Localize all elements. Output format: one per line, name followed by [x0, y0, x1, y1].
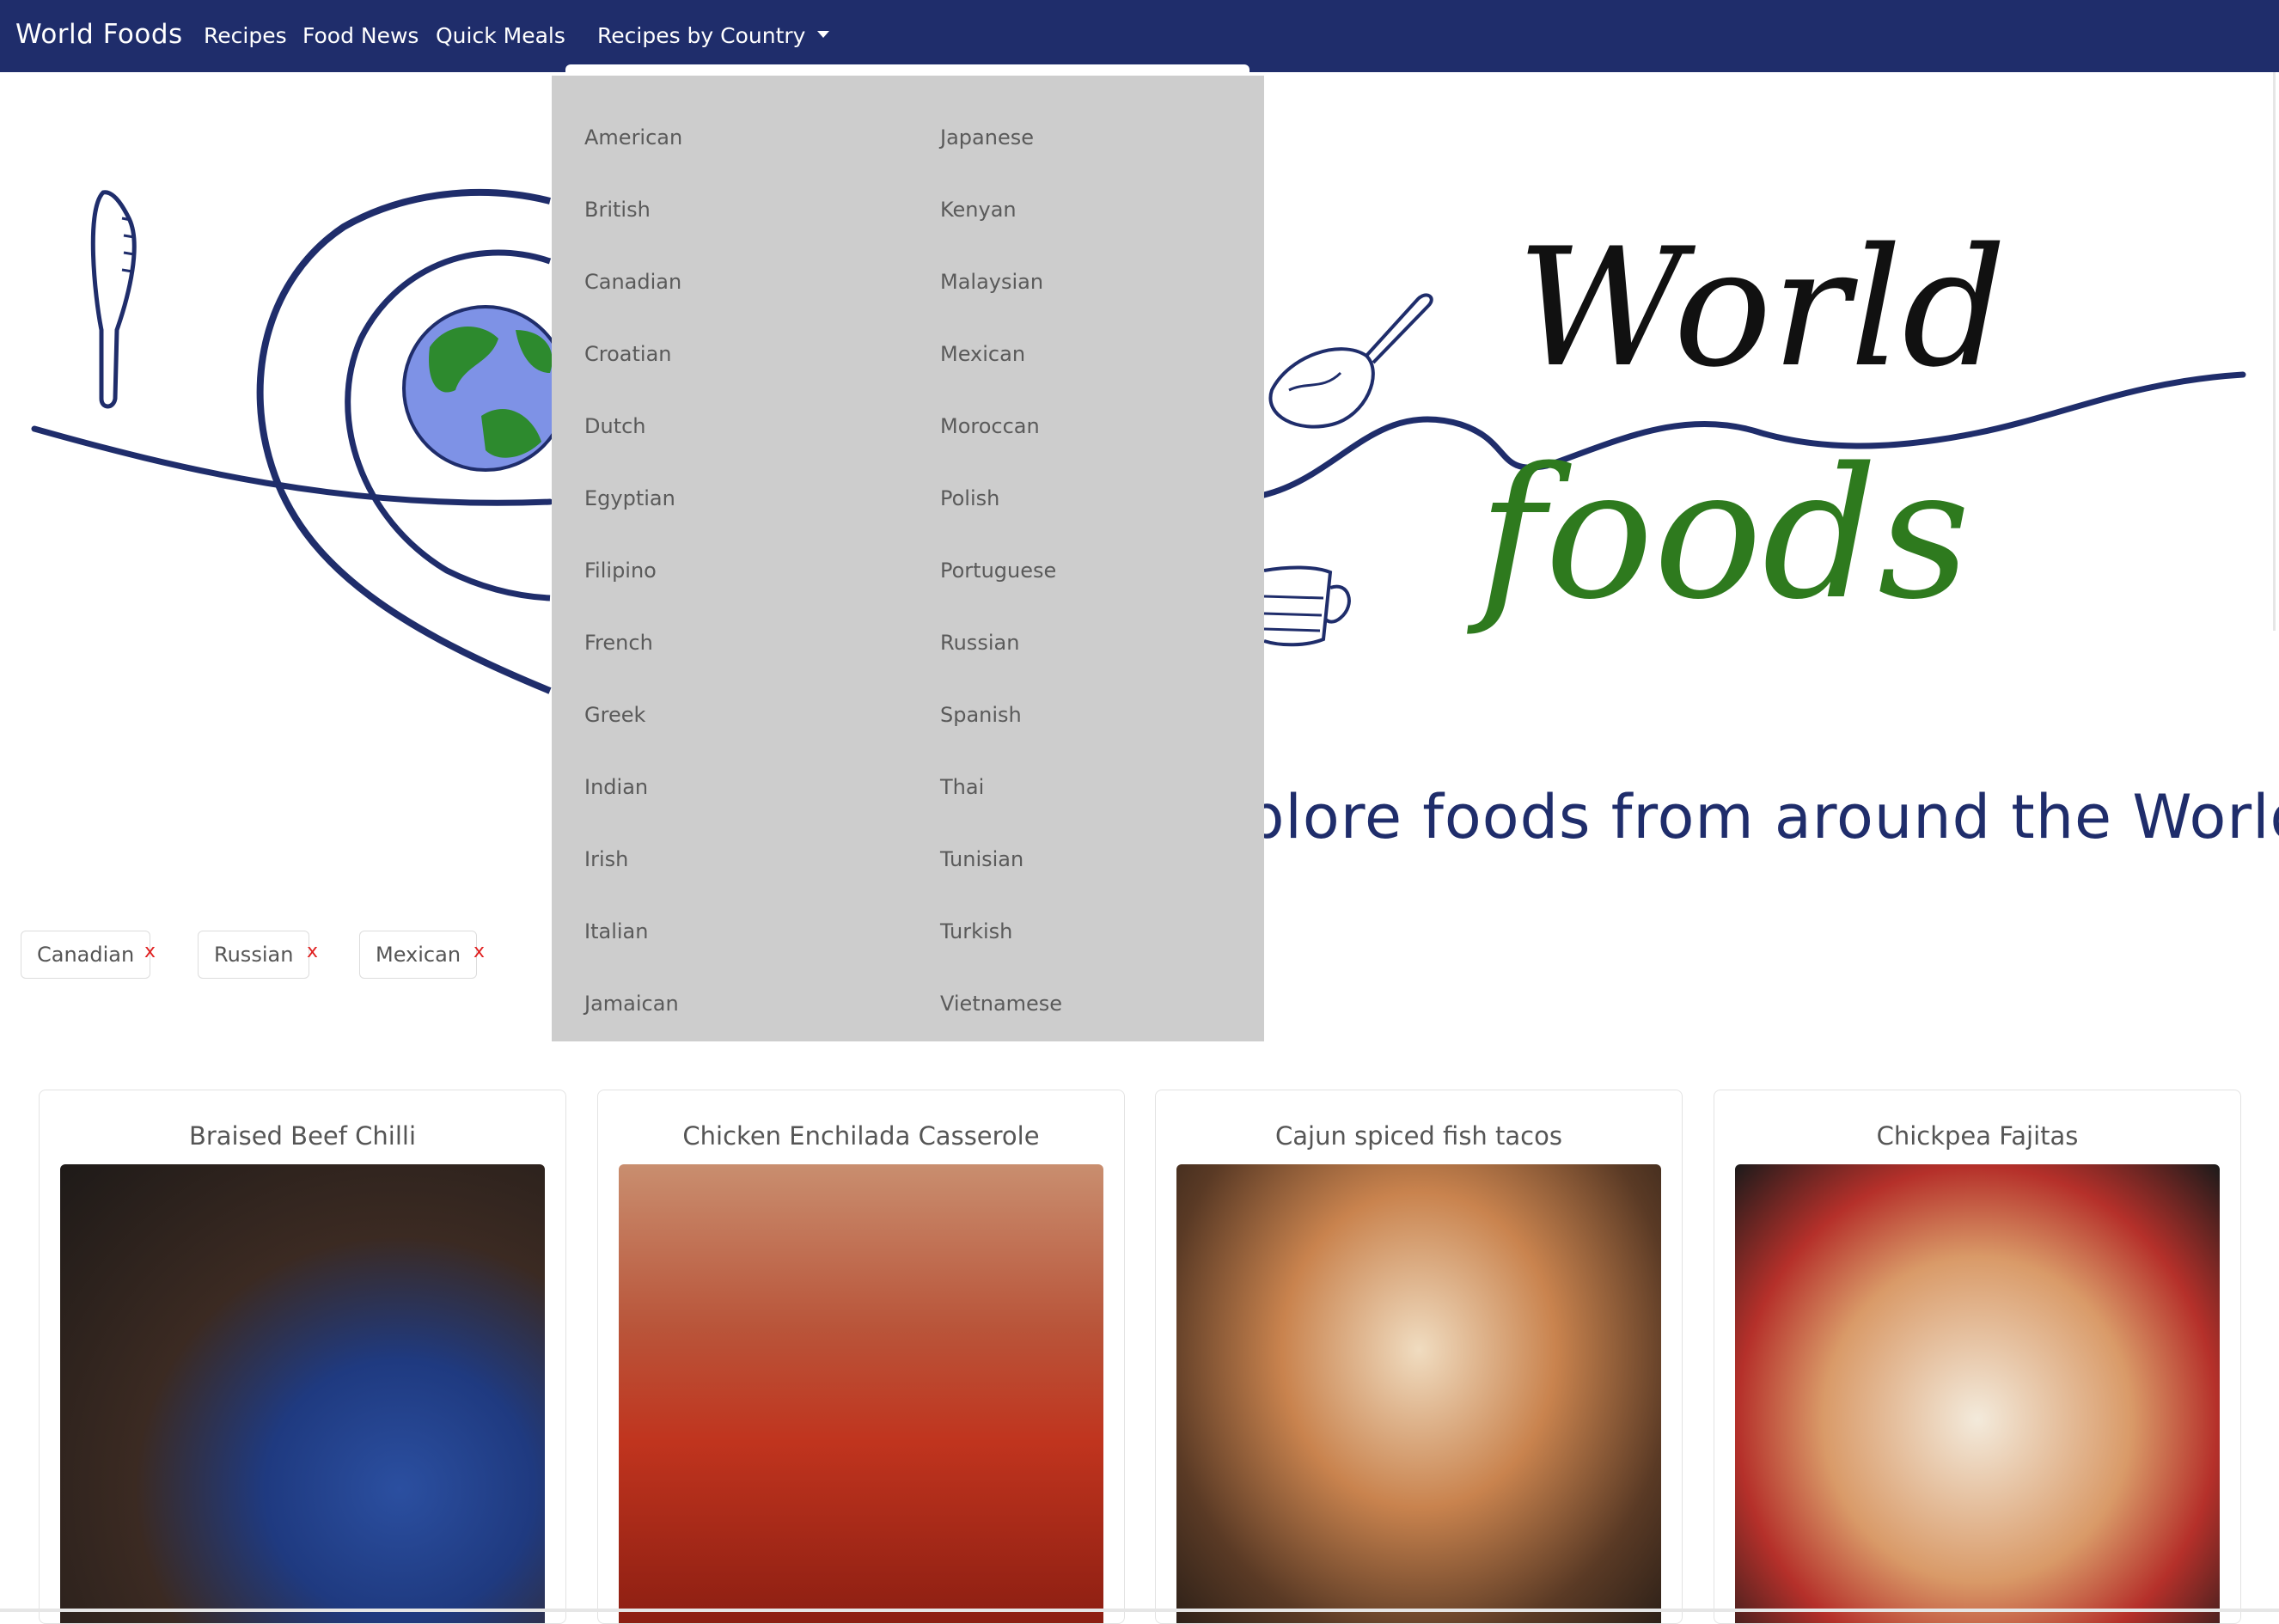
country-column-2: Japanese Kenyan Malaysian Mexican Morocc…: [907, 112, 1267, 1050]
bottom-divider: [0, 1609, 2279, 1612]
country-option[interactable]: Greek: [552, 689, 911, 761]
recipe-title[interactable]: Chicken Enchilada Casserole: [598, 1121, 1124, 1151]
recipe-card[interactable]: Braised Beef Chilli: [39, 1090, 566, 1624]
caret-down-icon: [817, 31, 830, 38]
recipe-title[interactable]: Braised Beef Chilli: [40, 1121, 565, 1151]
country-option[interactable]: Tunisian: [907, 833, 1267, 906]
country-option[interactable]: Italian: [552, 906, 911, 978]
recipe-card[interactable]: Cajun spiced fish tacos: [1155, 1090, 1683, 1624]
country-option[interactable]: Filipino: [552, 545, 911, 617]
top-navbar: World Foods Recipes Food News Quick Meal…: [0, 0, 2279, 72]
remove-filter-icon[interactable]: x: [144, 941, 156, 962]
country-option[interactable]: British: [552, 184, 911, 256]
country-column-1: American British Canadian Croatian Dutch…: [552, 112, 911, 1050]
nav-link-recipes[interactable]: Recipes: [204, 23, 287, 48]
nav-link-food-news[interactable]: Food News: [302, 23, 419, 48]
dropdown-top-border: [565, 64, 1249, 72]
recipe-image[interactable]: [1176, 1164, 1661, 1623]
country-option[interactable]: Kenyan: [907, 184, 1267, 256]
country-option[interactable]: Polish: [907, 473, 1267, 545]
country-option[interactable]: Malaysian: [907, 256, 1267, 328]
country-option[interactable]: Croatian: [552, 328, 911, 400]
country-option[interactable]: Egyptian: [552, 473, 911, 545]
dropdown-toggle-label: Recipes by Country: [597, 23, 806, 48]
recipes-by-country-menu: American British Canadian Croatian Dutch…: [552, 76, 1264, 1041]
recipe-card[interactable]: Chicken Enchilada Casserole: [597, 1090, 1125, 1624]
recipe-title[interactable]: Chickpea Fajitas: [1714, 1121, 2240, 1151]
hero-tagline: plore foods from around the World: [1246, 782, 2279, 852]
recipe-image[interactable]: [60, 1164, 545, 1623]
logo-word-foods: foods: [1467, 429, 1970, 639]
country-option[interactable]: Turkish: [907, 906, 1267, 978]
country-option[interactable]: Dutch: [552, 400, 911, 473]
filter-tag-label: Canadian: [21, 931, 151, 979]
recipe-title[interactable]: Cajun spiced fish tacos: [1156, 1121, 1682, 1151]
globe-icon: [402, 305, 569, 472]
country-option[interactable]: Indian: [552, 761, 911, 833]
country-option[interactable]: Spanish: [907, 689, 1267, 761]
country-option[interactable]: Russian: [907, 617, 1267, 689]
recipe-image[interactable]: [619, 1164, 1103, 1623]
filter-tag-label: Russian: [198, 931, 310, 979]
recipe-card[interactable]: Chickpea Fajitas: [1714, 1090, 2241, 1624]
country-option[interactable]: French: [552, 617, 911, 689]
nav-link-quick-meals[interactable]: Quick Meals: [436, 23, 565, 48]
spoon-icon: [1268, 293, 1433, 429]
country-option[interactable]: Portuguese: [907, 545, 1267, 617]
country-option[interactable]: Vietnamese: [907, 978, 1267, 1050]
country-option[interactable]: Mexican: [907, 328, 1267, 400]
knife-icon: [90, 190, 137, 409]
country-option[interactable]: American: [552, 112, 911, 184]
country-option[interactable]: Jamaican: [552, 978, 911, 1050]
logo-word-world: World: [1517, 213, 2007, 403]
filter-tag-label: Mexican: [359, 931, 478, 979]
country-option[interactable]: Irish: [552, 833, 911, 906]
recipe-image[interactable]: [1735, 1164, 2220, 1623]
country-option[interactable]: Thai: [907, 761, 1267, 833]
brand-link[interactable]: World Foods: [15, 19, 183, 50]
recipes-by-country-dropdown-toggle[interactable]: Recipes by Country: [597, 23, 830, 48]
remove-filter-icon[interactable]: x: [474, 941, 485, 962]
page-scroll-edge: [2273, 72, 2276, 631]
country-option[interactable]: Moroccan: [907, 400, 1267, 473]
cup-icon: [1263, 565, 1351, 647]
remove-filter-icon[interactable]: x: [307, 941, 318, 962]
country-option[interactable]: Canadian: [552, 256, 911, 328]
country-option[interactable]: Japanese: [907, 112, 1267, 184]
